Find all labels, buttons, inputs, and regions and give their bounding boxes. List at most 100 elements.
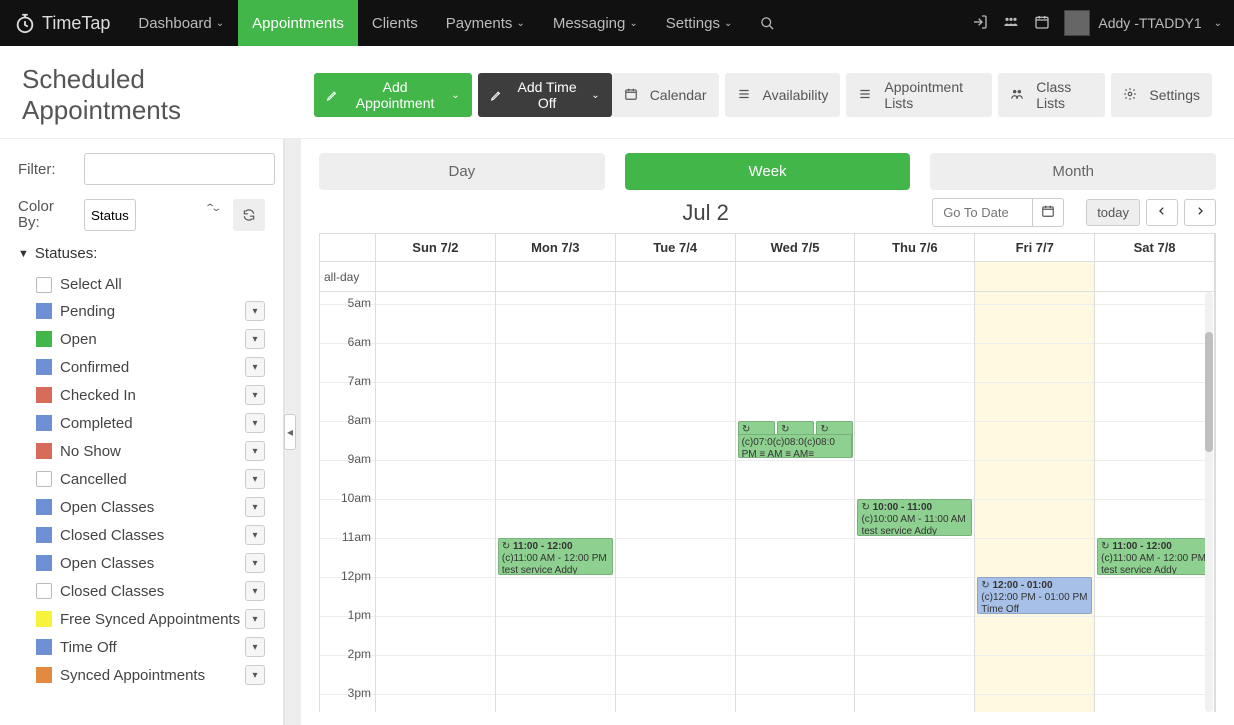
go-to-date-input[interactable] <box>932 198 1032 227</box>
day-column[interactable]: ↻ 11:00 - 12:00(c)11:00 AM - 12:00 PM te… <box>496 292 616 712</box>
allday-cell[interactable] <box>496 262 616 292</box>
view-tab-icon <box>1010 87 1030 104</box>
statuses-label: Statuses: <box>35 245 98 262</box>
status-dropdown-button[interactable]: ▾ <box>245 301 265 321</box>
status-label: Checked In <box>60 387 136 404</box>
add-appointment-button[interactable]: Add Appointment ⌄ <box>314 73 472 117</box>
status-item[interactable]: Open Classes▾ <box>36 493 265 521</box>
group-icon[interactable] <box>1002 14 1020 33</box>
status-dropdown-button[interactable]: ▾ <box>245 637 265 657</box>
statuses-toggle[interactable]: ▼ Statuses: <box>18 245 265 262</box>
status-dropdown-button[interactable]: ▾ <box>245 525 265 545</box>
view-tab-availability[interactable]: Availability <box>725 73 841 117</box>
status-item[interactable]: Closed Classes▾ <box>36 577 265 605</box>
status-item[interactable]: Cancelled▾ <box>36 465 265 493</box>
day-column[interactable]: ↻ 11:00 - 12:00(c)11:00 AM - 12:00 PM te… <box>1095 292 1215 712</box>
calendar-event[interactable]: ↻ 10:00 - 11:00(c)10:00 AM - 11:00 AM te… <box>857 499 972 536</box>
add-time-off-button[interactable]: Add Time Off ⌄ <box>478 73 612 117</box>
day-column[interactable]: ↻ 10:00 - 11:00(c)10:00 AM - 11:00 AM te… <box>855 292 975 712</box>
today-button[interactable]: today <box>1086 199 1140 226</box>
status-dropdown-button[interactable]: ▾ <box>245 357 265 377</box>
scope-tab-month[interactable]: Month <box>930 153 1216 190</box>
view-tab-settings[interactable]: Settings <box>1111 73 1212 117</box>
status-dropdown-button[interactable]: ▾ <box>245 413 265 433</box>
nav-item-clients[interactable]: Clients <box>358 0 432 46</box>
allday-cell[interactable] <box>736 262 856 292</box>
event-text: (c)11:00 AM - 12:00 PM test service Addy <box>502 553 607 575</box>
status-item[interactable]: Free Synced Appointments▾ <box>36 605 265 633</box>
brand[interactable]: TimeTap <box>0 12 124 34</box>
scope-tab-week[interactable]: Week <box>625 153 911 190</box>
checkbox[interactable] <box>36 277 52 293</box>
status-item[interactable]: Time Off ▾ <box>36 633 265 661</box>
status-dropdown-button[interactable]: ▾ <box>245 497 265 517</box>
status-swatch <box>36 387 52 403</box>
scope-tab-day[interactable]: Day <box>319 153 605 190</box>
color-by-select[interactable]: Status <box>84 199 136 231</box>
status-dropdown-button[interactable]: ▾ <box>245 609 265 629</box>
status-item-select-all[interactable]: Select All <box>36 272 265 297</box>
view-tab-calendar[interactable]: Calendar <box>612 73 719 117</box>
status-item[interactable]: Confirmed▾ <box>36 353 265 381</box>
recurring-icon: ↻ <box>502 541 510 552</box>
nav-item-messaging[interactable]: Messaging⌄ <box>539 0 652 46</box>
calendar-event[interactable]: ↻ 11:00 - 12:00(c)11:00 AM - 12:00 PM te… <box>1097 538 1212 575</box>
login-icon[interactable] <box>972 14 988 33</box>
calendar-icon[interactable] <box>1034 14 1050 33</box>
checkbox[interactable] <box>36 583 52 599</box>
nav-item-payments[interactable]: Payments⌄ <box>432 0 539 46</box>
status-item[interactable]: Synced Appointments▾ <box>36 661 265 689</box>
day-column[interactable] <box>616 292 736 712</box>
user-menu[interactable]: Addy -TTADDY1 ⌄ <box>1064 10 1222 36</box>
status-dropdown-button[interactable]: ▾ <box>245 441 265 461</box>
status-dropdown-button[interactable]: ▾ <box>245 385 265 405</box>
refresh-color-button[interactable] <box>233 199 265 231</box>
status-label: Time Off <box>60 639 117 656</box>
chevron-right-icon <box>1195 205 1205 217</box>
allday-cell[interactable] <box>1095 262 1215 292</box>
day-column[interactable] <box>376 292 496 712</box>
date-picker-button[interactable] <box>1032 198 1064 227</box>
collapse-sidebar-handle[interactable]: ◂ <box>284 414 296 450</box>
status-dropdown-button[interactable]: ▾ <box>245 553 265 573</box>
search-button[interactable] <box>746 0 789 46</box>
status-item[interactable]: Pending▾ <box>36 297 265 325</box>
day-column[interactable]: ↻ 12:00 - 01:00(c)12:00 PM - 01:00 PM Ti… <box>975 292 1095 712</box>
nav-item-settings[interactable]: Settings⌄ <box>652 0 747 46</box>
nav-item-dashboard[interactable]: Dashboard⌄ <box>124 0 238 46</box>
day-header: Thu 7/6 <box>855 234 975 262</box>
event-text: (c)10:00 AM - 11:00 AM test service Addy <box>861 514 965 536</box>
allday-cell[interactable] <box>855 262 975 292</box>
status-dropdown-button[interactable]: ▾ <box>245 665 265 685</box>
allday-cell[interactable] <box>376 262 496 292</box>
status-item[interactable]: Open▾ <box>36 325 265 353</box>
view-tab-appointment-lists[interactable]: Appointment Lists <box>846 73 992 117</box>
status-item[interactable]: Checked In ▾ <box>36 381 265 409</box>
filter-row: Filter: <box>18 153 265 185</box>
checkbox[interactable] <box>36 471 52 487</box>
day-column[interactable]: ↻ 08:00↻ 08:00↻ 08:00(c)07:0(c)08:0(c)08… <box>736 292 856 712</box>
status-item[interactable]: Closed Classes▾ <box>36 521 265 549</box>
calendar-days-header: Sun 7/2Mon 7/3Tue 7/4Wed 7/5Thu 7/6Fri 7… <box>320 234 1215 262</box>
prev-button[interactable] <box>1146 199 1178 226</box>
status-item[interactable]: Completed▾ <box>36 409 265 437</box>
nav-item-appointments[interactable]: Appointments <box>238 0 358 46</box>
status-item[interactable]: Open Classes▾ <box>36 549 265 577</box>
allday-cell[interactable] <box>616 262 736 292</box>
next-button[interactable] <box>1184 199 1216 226</box>
scrollbar[interactable] <box>1205 292 1213 712</box>
chevron-down-icon: ⌄ <box>724 18 732 29</box>
status-item[interactable]: No Show▾ <box>36 437 265 465</box>
calendar-event[interactable]: ↻ 12:00 - 01:00(c)12:00 PM - 01:00 PM Ti… <box>977 577 1092 614</box>
calendar-event[interactable]: (c)07:0(c)08:0(c)08:0 PM ≡ AM ≡ AM≡ <box>738 434 853 458</box>
status-dropdown-button[interactable]: ▾ <box>245 581 265 601</box>
status-swatch <box>36 611 52 627</box>
calendar-event[interactable]: ↻ 11:00 - 12:00(c)11:00 AM - 12:00 PM te… <box>498 538 613 575</box>
view-tab-class-lists[interactable]: Class Lists <box>998 73 1105 117</box>
chevron-down-icon: ⌄ <box>516 18 524 29</box>
status-dropdown-button[interactable]: ▾ <box>245 329 265 349</box>
status-dropdown-button[interactable]: ▾ <box>245 469 265 489</box>
filter-input[interactable] <box>84 153 275 185</box>
allday-cell[interactable] <box>975 262 1095 292</box>
status-swatch <box>36 415 52 431</box>
